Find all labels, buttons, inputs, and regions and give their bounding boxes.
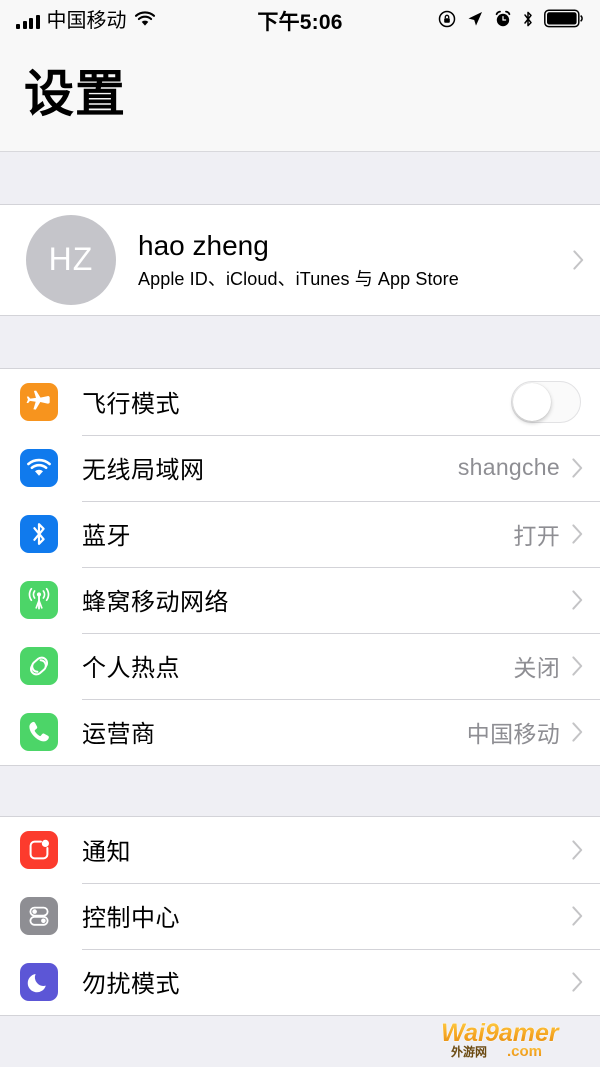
watermark-main-text: Wai9amer [441,1019,560,1047]
airplane-mode-toggle[interactable] [511,380,581,423]
row-value: 打开 [513,522,560,549]
hotspot-links-icon [20,646,58,685]
settings-row-carrier[interactable]: 运营商 中国移动 [0,698,600,765]
row-label: 控制中心 [82,905,180,932]
crescent-moon-icon [20,962,58,1001]
row-label: 个人热点 [82,655,180,682]
toggle-knob [513,382,551,421]
profile-subtitle: Apple ID、iCloud、iTunes 与 App Store [138,269,459,290]
chevron-right-icon [572,523,583,544]
row-value: 中国移动 [466,720,560,747]
signal-bars-icon [16,14,40,29]
apple-id-row[interactable]: HZ hao zheng Apple ID、iCloud、iTunes 与 Ap… [0,204,600,315]
airplane-icon [20,382,58,421]
chevron-right-icon [572,589,583,610]
chevron-right-icon [572,721,583,742]
settings-row-cellular[interactable]: 蜂窝移动网络 [0,566,600,633]
chevron-right-icon [572,839,583,860]
chevron-right-icon [572,971,583,992]
profile-name: hao zheng [138,230,269,262]
row-label: 蜂窝移动网络 [82,589,229,616]
row-label: 运营商 [82,721,156,748]
row-label: 飞行模式 [82,391,180,418]
chevron-right-icon [572,655,583,676]
chevron-right-icon [572,905,583,926]
site-watermark: Wai9amer .com 外游网 [435,1015,590,1061]
system-group: 通知 控制中心 勿扰模式 [0,815,600,1016]
chevron-right-icon [572,457,583,478]
settings-row-do-not-disturb[interactable]: 勿扰模式 [0,948,600,1015]
spacer-between-groups [0,765,600,816]
wifi-icon [134,10,156,32]
location-arrow-icon [466,10,484,33]
spacer-above-profile [0,151,600,204]
status-bar-left: 中国移动 [16,10,156,32]
battery-full-icon [544,9,584,33]
alarm-clock-icon [494,10,512,33]
page-title: 设置 [24,66,126,122]
settings-screen: 中国移动 下午5:06 设置 HZ hao zheng Apple ID、iCl… [0,0,600,1067]
rotation-lock-icon [438,10,456,33]
status-bar-carrier: 中国移动 [46,10,127,32]
settings-row-personal-hotspot[interactable]: 个人热点 关闭 [0,632,600,699]
wifi-icon [20,448,58,487]
row-value: 关闭 [513,654,560,681]
bluetooth-icon [20,514,58,553]
row-value: shangche [457,454,560,480]
row-label: 勿扰模式 [82,971,180,998]
profile-text: hao zheng Apple ID、iCloud、iTunes 与 App S… [138,228,573,291]
row-label: 通知 [82,839,131,866]
connectivity-group: 飞行模式 无线局域网 shangche 蓝牙 打开 蜂窝移动网络 个人热点 关闭… [0,367,600,766]
bluetooth-icon [522,10,534,33]
row-label: 蓝牙 [82,523,131,550]
settings-row-notifications[interactable]: 通知 [0,816,600,883]
settings-row-wifi[interactable]: 无线局域网 shangche [0,434,600,501]
notification-badge-icon [20,830,58,869]
settings-row-bluetooth[interactable]: 蓝牙 打开 [0,500,600,567]
status-bar: 中国移动 下午5:06 [0,0,600,42]
watermark-cn-text: 外游网 [451,1044,487,1059]
nav-bar: 设置 [0,42,600,152]
row-label: 无线局域网 [82,457,205,484]
control-center-toggles-icon [20,896,58,935]
avatar: HZ [26,214,116,305]
settings-row-control-center[interactable]: 控制中心 [0,882,600,949]
spacer-below-profile [0,315,600,368]
profile-group: HZ hao zheng Apple ID、iCloud、iTunes 与 Ap… [0,203,600,316]
cellular-antenna-icon [20,580,58,619]
phone-handset-icon [20,712,58,751]
status-bar-right [438,9,584,33]
chevron-right-icon [573,249,584,270]
settings-row-airplane-mode[interactable]: 飞行模式 [0,368,600,435]
watermark-domain-text: .com [507,1043,542,1060]
